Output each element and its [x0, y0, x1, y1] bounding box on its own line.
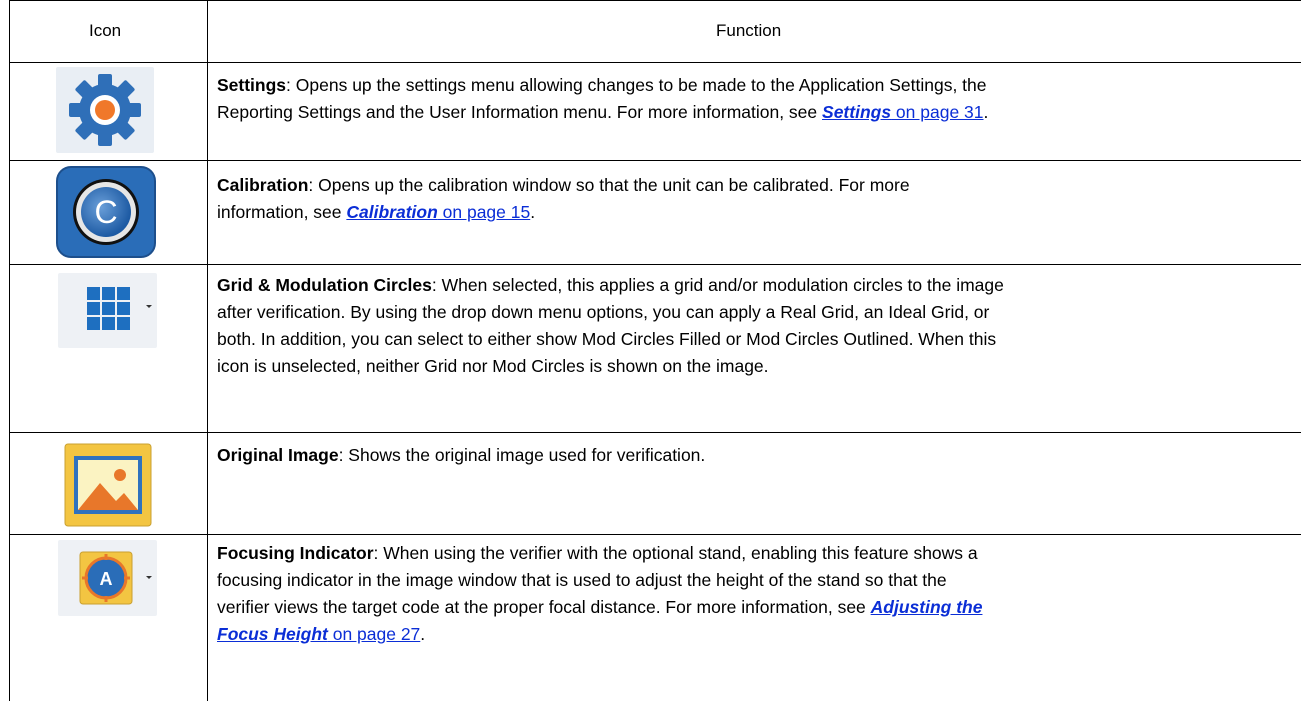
focus-dropdown-arrow	[146, 576, 152, 579]
header-function: Function	[716, 21, 782, 40]
original-image-name: Original Image	[217, 445, 339, 465]
calibration-name: Calibration	[217, 175, 309, 195]
table-border-header	[9, 62, 1301, 63]
table-border-top	[9, 0, 1301, 1]
grid-description: Grid & Modulation Circles: When selected…	[217, 272, 1297, 380]
settings-text: : Opens up the settings menu allowing ch…	[286, 75, 987, 95]
original-image-description: Original Image: Shows the original image…	[217, 442, 1297, 469]
table-border-row4	[9, 534, 1301, 535]
table-border-mid	[207, 0, 208, 701]
original-image-text: : Shows the original image used for veri…	[338, 445, 706, 465]
focus-target-icon: A	[58, 540, 157, 616]
settings-page-link[interactable]: Settings on page 31	[822, 102, 984, 122]
focusing-period: .	[420, 624, 426, 644]
header-icon: Icon	[89, 21, 122, 40]
focus-link-title-b: Focus Height	[217, 624, 328, 644]
focus-height-link-part2[interactable]: Focus Height on page 27	[217, 624, 420, 644]
calibration-period: .	[530, 202, 536, 222]
gear-icon	[56, 67, 154, 153]
focus-link-page: on page 27	[327, 624, 421, 644]
calibration-icon: C	[56, 166, 156, 258]
grid-text-line2: after verification. By using the drop do…	[217, 302, 990, 322]
grid-text: : When selected, this applies a grid and…	[431, 275, 1004, 295]
table-border-left	[9, 0, 10, 701]
settings-link-title: Settings	[822, 102, 892, 122]
settings-period: .	[983, 102, 989, 122]
settings-name: Settings	[217, 75, 287, 95]
table-border-row2	[9, 264, 1301, 265]
focusing-text-line2: focusing indicator in the image window t…	[217, 570, 947, 590]
grid-dropdown-arrow	[146, 305, 152, 308]
calibration-link-title: Calibration	[346, 202, 438, 222]
calibration-description: Calibration: Opens up the calibration wi…	[217, 172, 1297, 226]
svg-text:A: A	[100, 569, 113, 589]
table-border-row3	[9, 432, 1301, 433]
table-border-row1	[9, 160, 1301, 161]
grid-name: Grid & Modulation Circles	[217, 275, 432, 295]
focus-height-link-part1[interactable]: Adjusting the	[871, 597, 983, 617]
calibration-text-line2: information, see	[217, 202, 347, 222]
settings-text-line2: Reporting Settings and the User Informat…	[217, 102, 823, 122]
settings-description: Settings: Opens up the settings menu all…	[217, 72, 1297, 126]
image-icon	[64, 443, 152, 527]
grid-text-line3: both. In addition, you can select to eit…	[217, 329, 997, 349]
focusing-text: : When using the verifier with the optio…	[373, 543, 978, 563]
calibration-text: : Opens up the calibration window so tha…	[308, 175, 910, 195]
grid-text-line4: icon is unselected, neither Grid nor Mod…	[217, 356, 769, 376]
focus-link-title-a: Adjusting the	[870, 597, 983, 617]
calibration-link-page: on page 15	[437, 202, 531, 222]
svg-text:C: C	[94, 194, 117, 230]
focusing-description: Focusing Indicator: When using the verif…	[217, 540, 1297, 648]
settings-link-page: on page 31	[891, 102, 984, 122]
grid-icon	[58, 273, 157, 348]
focusing-name: Focusing Indicator	[217, 543, 374, 563]
focusing-text-line3: verifier views the target code at the pr…	[217, 597, 871, 617]
calibration-page-link[interactable]: Calibration on page 15	[346, 202, 530, 222]
function-table: Icon Function Settings: Opens up the set…	[9, 0, 1301, 701]
